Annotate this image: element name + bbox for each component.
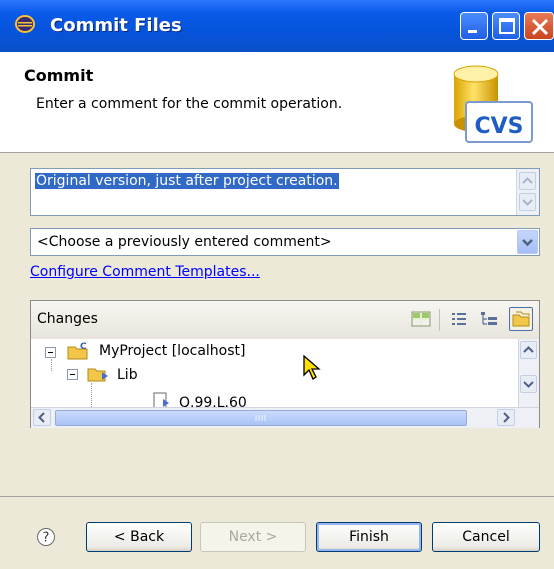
close-icon (531, 18, 549, 36)
previous-comment-value: <Choose a previously entered comment> (37, 234, 332, 250)
tree-item-project[interactable]: MyProject [localhost] (99, 343, 245, 359)
footer-separator (0, 496, 554, 497)
chevron-up-icon (523, 346, 534, 353)
toolbar-divider (439, 309, 440, 331)
comment-scrollbar[interactable] (516, 169, 539, 215)
flat-mode-icon (452, 313, 466, 325)
scroll-up-button[interactable] (519, 172, 536, 190)
changes-tree[interactable]: C MyProject [localhost] Lib Q.99.L.60 (31, 339, 539, 407)
mouse-cursor-icon (303, 355, 321, 380)
svg-text:C: C (80, 342, 87, 352)
compressed-folders-button[interactable] (509, 307, 533, 331)
eclipse-icon (15, 15, 35, 33)
commit-files-dialog: Commit Files Commit Enter a comment for … (0, 0, 554, 569)
back-button[interactable]: < Back (86, 522, 192, 552)
comment-text: Original version, just after project cre… (35, 173, 339, 189)
tree-item-file[interactable]: Q.99.L.60 (179, 395, 247, 407)
close-button[interactable] (524, 12, 554, 40)
project-icon: C (67, 342, 88, 360)
comment-textarea[interactable]: Original version, just after project cre… (30, 168, 540, 216)
tree-line (51, 359, 53, 371)
tree-line (91, 383, 93, 407)
svg-text:?: ? (43, 531, 50, 546)
minimize-icon (468, 30, 477, 33)
scroll-down-button[interactable] (519, 193, 536, 211)
minimize-button[interactable] (460, 12, 488, 40)
chevron-down-icon (522, 239, 533, 247)
tree-item-lib[interactable]: Lib (117, 367, 138, 383)
maximize-icon (499, 18, 515, 34)
configure-comment-templates-link[interactable]: Configure Comment Templates... (30, 264, 260, 280)
chevron-up-icon (522, 177, 533, 184)
window-title: Commit Files (50, 15, 182, 36)
chevron-left-icon (38, 412, 45, 423)
previous-comment-select[interactable]: <Choose a previously entered comment> (30, 228, 540, 256)
finish-button[interactable]: Finish (316, 522, 422, 552)
help-icon[interactable]: ? (36, 527, 56, 547)
chevron-down-icon (523, 381, 534, 388)
tree-mode-icon (481, 312, 497, 325)
tree-mode-button[interactable] (477, 307, 501, 331)
collapse-icon[interactable] (45, 347, 57, 359)
scroll-up-button[interactable] (520, 341, 537, 359)
changes-vertical-scrollbar[interactable] (518, 339, 539, 407)
show-compare-icon (411, 311, 431, 327)
title-bar[interactable]: Commit Files (0, 0, 554, 53)
collapse-icon[interactable] (67, 369, 79, 381)
cancel-button[interactable]: Cancel (432, 522, 540, 552)
maximize-button[interactable] (492, 12, 520, 40)
cvs-logo-text: CVS (474, 114, 523, 139)
show-compare-button[interactable] (409, 307, 433, 331)
changes-horizontal-scrollbar[interactable] (31, 407, 539, 428)
changes-header: Changes (31, 301, 539, 340)
compressed-folders-icon (512, 311, 530, 327)
changes-label: Changes (37, 311, 98, 327)
file-icon (153, 392, 169, 407)
flat-mode-button[interactable] (447, 307, 471, 331)
folder-icon (87, 368, 108, 382)
wizard-header: Commit Enter a comment for the commit op… (0, 52, 554, 153)
next-button[interactable]: Next > (200, 522, 306, 552)
dropdown-button[interactable] (517, 230, 538, 254)
scroll-down-button[interactable] (520, 375, 537, 393)
changes-panel: Changes C MyProject [localhost] Lib Q.99… (30, 300, 540, 428)
scroll-right-button[interactable] (497, 409, 515, 426)
chevron-down-icon (522, 199, 533, 206)
page-description: Enter a comment for the commit operation… (36, 96, 343, 112)
cvs-logo: CVS (453, 65, 533, 143)
scroll-left-button[interactable] (33, 409, 51, 426)
page-title: Commit (24, 66, 94, 85)
grip-icon (255, 415, 266, 421)
horizontal-scroll-thumb[interactable] (55, 410, 467, 426)
chevron-right-icon (503, 412, 510, 423)
